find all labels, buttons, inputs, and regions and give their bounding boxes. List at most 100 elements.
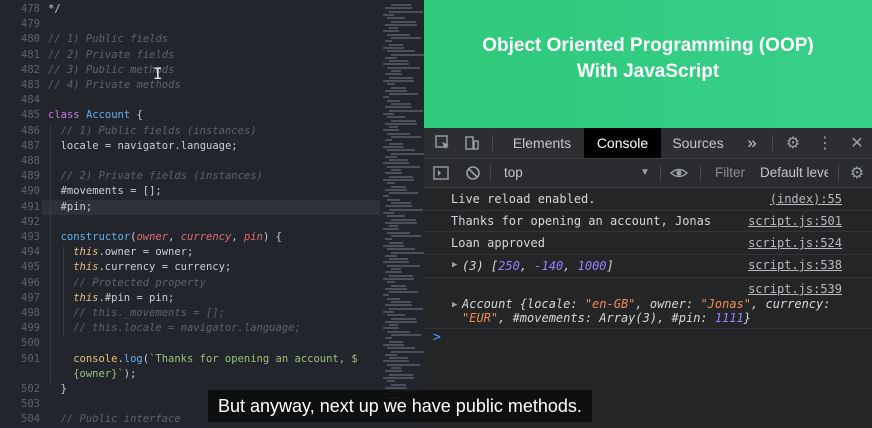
- code-line[interactable]: console.log(`Thanks for opening an accou…: [73, 353, 358, 365]
- log-entry-object[interactable]: script.js:539 ▶ Account {locale: "en-GB"…: [424, 278, 872, 329]
- object-preview-line2[interactable]: "EUR", #movements: Array(3), #pin: 1111}: [462, 311, 751, 325]
- code-line[interactable]: constructor(owner, currency, pin) {: [61, 231, 282, 243]
- divider: [492, 135, 493, 151]
- console-prompt[interactable]: >: [433, 330, 441, 345]
- code-token: {owner}`: [73, 367, 124, 380]
- minimap-line: [389, 291, 418, 294]
- log-source-link[interactable]: script.js:538: [748, 258, 842, 272]
- minimap-line: [391, 268, 401, 270]
- tab-sources[interactable]: Sources: [664, 128, 732, 158]
- minimap-line: [383, 277, 414, 280]
- expand-triangle-icon[interactable]: ▶: [452, 300, 457, 310]
- code-line[interactable]: */: [48, 3, 61, 15]
- code-token: log: [123, 352, 143, 365]
- expand-triangle-icon[interactable]: ▶: [452, 260, 457, 270]
- log-source-link[interactable]: script.js:539: [748, 282, 842, 296]
- code-line[interactable]: // 2) Private fields (instances): [61, 170, 263, 182]
- code-line[interactable]: locale = navigator.language;: [61, 140, 238, 152]
- line-number: 501: [21, 352, 40, 365]
- console-settings-gear-icon[interactable]: ⚙: [848, 164, 866, 182]
- log-source-link[interactable]: script.js:501: [748, 214, 842, 228]
- minimap-line: [383, 327, 399, 330]
- minimap-line: [389, 126, 398, 129]
- minimap-line: [385, 23, 417, 26]
- minimap-line: [389, 142, 403, 145]
- minimap-line: [387, 330, 410, 333]
- code-token: ,: [231, 231, 244, 243]
- code-line[interactable]: // 1) Public fields (instances): [61, 125, 257, 137]
- line-number: 502: [21, 383, 40, 395]
- close-icon[interactable]: ✕: [848, 134, 866, 152]
- object-value: "EUR": [462, 311, 499, 325]
- tab-elements[interactable]: Elements: [504, 128, 580, 158]
- eye-icon[interactable]: [669, 164, 689, 182]
- code-token: .#pin = pin;: [98, 291, 175, 304]
- code-line[interactable]: // this._movements = [];: [73, 307, 225, 319]
- line-number: 498: [21, 307, 40, 319]
- minimap[interactable]: [380, 0, 424, 428]
- code-token: this: [73, 246, 99, 259]
- minimap-line: [391, 334, 421, 336]
- device-toolbar-icon[interactable]: [463, 134, 481, 152]
- code-token: ) {: [262, 231, 282, 243]
- array-item: -140: [534, 259, 564, 273]
- minimap-line: [391, 136, 421, 138]
- code-line[interactable]: this.currency = currency;: [73, 261, 231, 273]
- dropdown-arrow-icon[interactable]: ▼: [640, 159, 650, 187]
- code-line[interactable]: // Public interface: [61, 413, 181, 425]
- log-message: Loan approved: [451, 236, 545, 250]
- log-entry-array[interactable]: ▶ (3) [250, -140, 1000] script.js:538: [424, 254, 872, 278]
- code-token: // this.locale = navigator.language;: [73, 322, 301, 335]
- code-line[interactable]: }: [61, 383, 67, 395]
- tab-console[interactable]: Console: [584, 128, 661, 158]
- object-key: , #movements: Array(3), #pin:: [498, 311, 715, 325]
- code-line[interactable]: // 1) Public fields: [48, 33, 168, 45]
- minimap-line: [391, 383, 406, 386]
- code-line[interactable]: #movements = [];: [61, 185, 162, 197]
- minimap-line: [387, 264, 420, 267]
- code-token: locale =: [60, 139, 118, 152]
- code-line[interactable]: #pin;: [61, 201, 93, 213]
- code-line[interactable]: // this.locale = navigator.language;: [73, 322, 301, 334]
- context-selector[interactable]: top: [504, 159, 523, 187]
- minimap-line: [385, 205, 412, 208]
- kebab-menu-icon[interactable]: ⋮: [816, 134, 834, 152]
- code-line[interactable]: class Account {: [48, 109, 143, 121]
- log-levels-dropdown[interactable]: Default leve: [760, 159, 828, 187]
- code-line[interactable]: // Protected property: [73, 277, 206, 289]
- show-sidebar-icon[interactable]: [432, 164, 450, 182]
- minimap-line: [383, 228, 399, 231]
- settings-gear-icon[interactable]: ⚙: [784, 134, 802, 152]
- object-preview-line1[interactable]: Account {locale: "en-GB", owner: "Jonas"…: [462, 297, 831, 311]
- array-preview[interactable]: (3) [250, -140, 1000]: [462, 259, 614, 273]
- more-tabs-button[interactable]: »: [742, 128, 762, 158]
- minimap-line: [385, 238, 392, 241]
- code-line[interactable]: this.#pin = pin;: [73, 292, 174, 304]
- minimap-line: [385, 386, 407, 389]
- line-number: 487: [21, 139, 40, 152]
- code-editor[interactable]: 478 */ 479 480 // 1) Public fields 481 // 2) P…: [0, 0, 424, 428]
- code-line[interactable]: {owner}`);: [73, 368, 136, 380]
- minimap-line: [385, 271, 402, 274]
- minimap-line: [383, 129, 399, 132]
- clear-console-icon[interactable]: [464, 164, 482, 182]
- minimap-line: [387, 297, 400, 300]
- code-token: ,: [168, 231, 181, 243]
- minimap-line: [385, 139, 392, 142]
- indent-guide: [50, 124, 51, 383]
- divider: [660, 165, 661, 181]
- minimap-line: [385, 221, 417, 224]
- inspect-element-icon[interactable]: [434, 134, 452, 152]
- minimap-line: [391, 169, 401, 171]
- code-token: constructor: [60, 231, 131, 243]
- minimap-line: [389, 373, 413, 376]
- code-line[interactable]: this.owner = owner;: [73, 246, 193, 258]
- log-source-link[interactable]: script.js:524: [748, 236, 842, 250]
- log-source-link[interactable]: (index):55: [770, 192, 842, 206]
- minimap-line: [389, 324, 398, 327]
- divider: [700, 165, 701, 181]
- filter-input[interactable]: Filter: [715, 159, 745, 187]
- minimap-line: [385, 122, 417, 125]
- minimap-line: [383, 376, 414, 379]
- code-line[interactable]: // 2) Private fields: [48, 49, 174, 61]
